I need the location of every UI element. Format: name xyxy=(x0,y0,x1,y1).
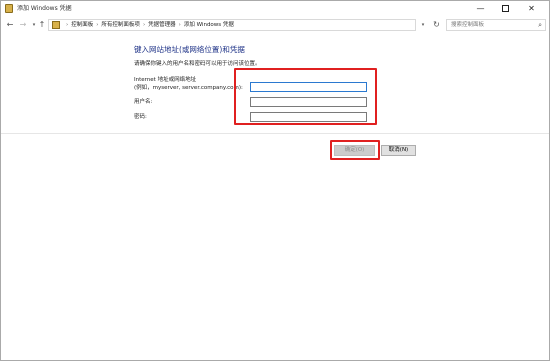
divider xyxy=(1,133,549,134)
instruction-text: 请确保你键入的用户名和密码可以用于访问该位置。 xyxy=(134,61,261,67)
credential-manager-icon xyxy=(5,4,13,13)
address-example-label: (例如，myserver, server.company.com): xyxy=(134,85,243,91)
password-label: 密码: xyxy=(134,114,147,120)
breadcrumb-control-panel[interactable]: 控制面板 xyxy=(71,22,93,28)
address-bar[interactable]: › 控制面板 › 所有控制面板项 › 凭据管理器 › 添加 Windows 凭据 xyxy=(48,19,416,31)
breadcrumb-separator[interactable]: › xyxy=(140,22,148,28)
title-bar: 添加 Windows 凭据 — ✕ xyxy=(1,1,549,17)
address-dropdown-button[interactable]: ▾ xyxy=(418,19,428,31)
refresh-button[interactable]: ↻ xyxy=(431,19,442,31)
page-title: 键入网站地址(或网络位置)和凭据 xyxy=(134,45,245,54)
credential-window: 添加 Windows 凭据 — ✕ ← → ▾ ↑ › 控制面板 › 所有控制面板项 ›… xyxy=(0,0,550,361)
fields-highlight-box xyxy=(234,68,377,125)
breadcrumb-separator: › xyxy=(66,22,69,28)
breadcrumb-credential-manager[interactable]: 凭据管理器 xyxy=(148,22,176,28)
breadcrumb-add-credential[interactable]: 添加 Windows 凭据 xyxy=(184,22,234,28)
control-panel-icon xyxy=(52,21,60,29)
close-button[interactable]: ✕ xyxy=(519,1,544,17)
back-button[interactable]: ← xyxy=(5,17,15,33)
up-button[interactable]: ↑ xyxy=(37,17,47,33)
search-icon[interactable]: ⌕ xyxy=(538,21,542,30)
address-label: Internet 地址或网络地址 xyxy=(134,77,197,83)
search-input[interactable] xyxy=(451,20,531,30)
breadcrumb: › 控制面板 › 所有控制面板项 › 凭据管理器 › 添加 Windows 凭据 xyxy=(63,22,234,29)
forward-button[interactable]: → xyxy=(18,17,28,33)
ok-button-highlight-box xyxy=(330,140,380,160)
maximize-button[interactable] xyxy=(493,1,518,17)
search-box[interactable]: ⌕ xyxy=(446,19,546,31)
maximize-icon xyxy=(502,5,509,12)
navigation-bar: ← → ▾ ↑ › 控制面板 › 所有控制面板项 › 凭据管理器 › 添加 Windows 凭… xyxy=(1,17,549,33)
breadcrumb-all-items[interactable]: 所有控制面板项 xyxy=(101,22,140,28)
window-title: 添加 Windows 凭据 xyxy=(17,5,72,12)
username-label: 用户名: xyxy=(134,99,153,105)
breadcrumb-separator[interactable]: › xyxy=(176,22,184,28)
minimize-button[interactable]: — xyxy=(468,1,493,17)
cancel-button[interactable]: 取消(N) xyxy=(381,145,416,156)
